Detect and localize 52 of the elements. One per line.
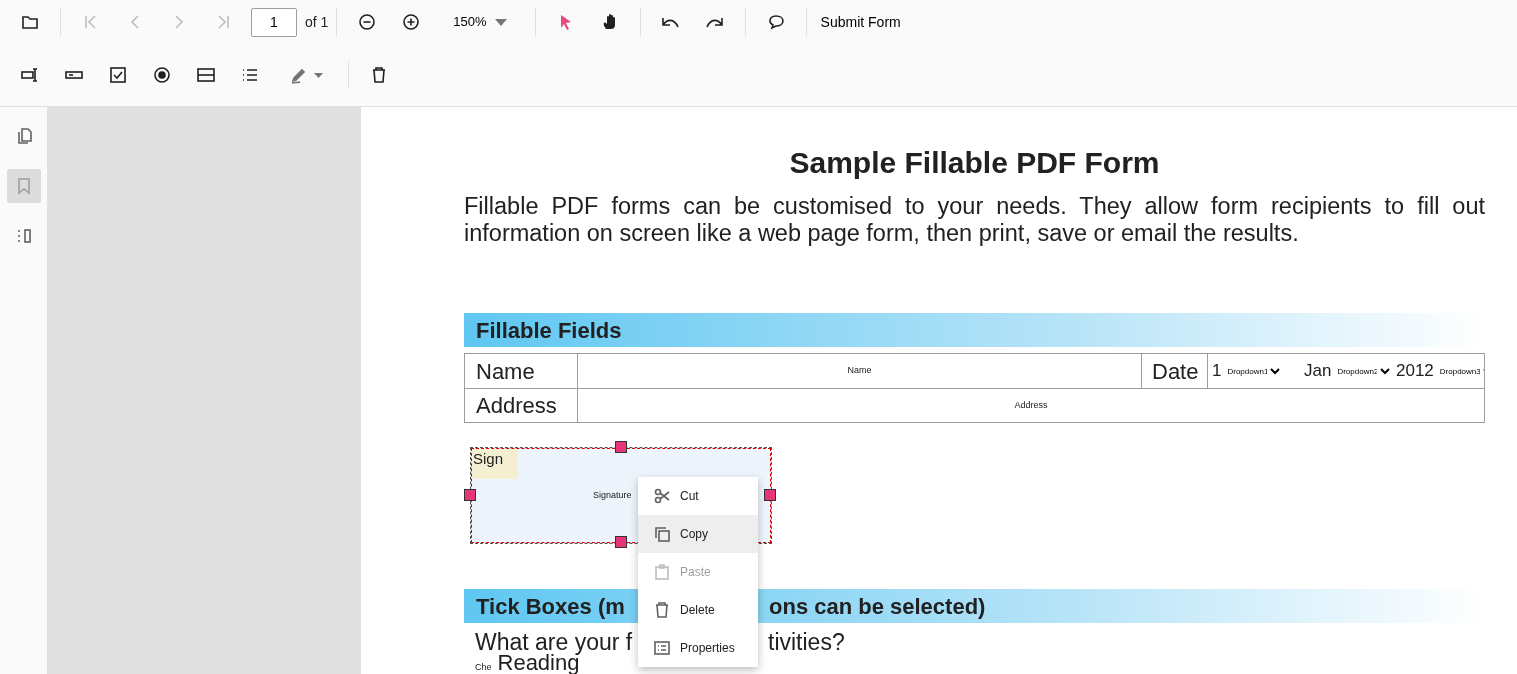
field-label: Address [465, 389, 578, 422]
comment-icon [766, 13, 785, 31]
submit-form-button[interactable]: Submit Form [814, 7, 907, 37]
date-value: 1 [1212, 360, 1222, 383]
trash-icon [653, 601, 671, 619]
resize-handle[interactable] [615, 536, 627, 548]
trash-icon [370, 66, 388, 84]
name-field[interactable]: Name [578, 354, 1142, 388]
pen-icon [289, 66, 308, 84]
redo-icon [706, 16, 724, 28]
context-menu-item[interactable]: Copy [638, 515, 758, 553]
signature-label: Sign [472, 449, 518, 479]
field-label: Date [1142, 354, 1208, 388]
list-icon [653, 639, 671, 657]
undo-icon [662, 16, 680, 28]
dropdown-field[interactable]: Dropdown2 [1333, 365, 1392, 377]
page-count: of 1 [305, 12, 329, 32]
folder-icon [21, 13, 39, 31]
caret-icon [313, 72, 323, 78]
zoom-in-icon [402, 13, 421, 31]
list-icon [241, 66, 259, 84]
page-number-field[interactable]: 1 [251, 7, 297, 37]
signature-placeholder: Signature [593, 489, 632, 502]
scissors-icon [653, 487, 671, 505]
context-menu-item[interactable]: Properties [638, 629, 758, 667]
context-menu-item[interactable]: Delete [638, 591, 758, 629]
field-label: Name [465, 354, 578, 388]
question-text: What are your f [475, 629, 634, 655]
zoom-dropdown[interactable]: 150% [447, 11, 513, 33]
section-heading: ons can be selected) [769, 592, 986, 621]
intro-paragraph: Fillable PDF forms can be customised to your needs. They allow form recipients to fill out information on screen like a web page form, then print, save or email the results. [464, 193, 1485, 247]
checkbox-icon [109, 66, 127, 84]
radio-icon [153, 66, 171, 84]
text-field-icon [21, 66, 39, 84]
caret-icon [494, 18, 507, 26]
address-field[interactable]: Address [578, 389, 1484, 422]
copy-icon [653, 525, 671, 543]
question-text: tivities? [768, 629, 845, 655]
section-heading: Tick Boxes (m [476, 592, 626, 621]
dropdown-field[interactable]: Dropdown1 [1223, 365, 1284, 377]
clipboard-icon [653, 563, 671, 581]
resize-handle[interactable] [764, 489, 776, 501]
checkbox-label: Che [475, 661, 492, 674]
dropdown-field[interactable]: Dropdown3 [1435, 365, 1484, 377]
resize-handle[interactable] [615, 441, 627, 453]
context-menu-item[interactable]: Cut [638, 477, 758, 515]
date-value: 2012 [1396, 360, 1434, 383]
zoom-out-icon [358, 13, 377, 31]
date-value: Jan [1304, 360, 1332, 383]
list-box-icon [197, 66, 215, 84]
document-title: Sample Fillable PDF Form [788, 145, 1161, 181]
resize-handle[interactable] [464, 489, 476, 501]
